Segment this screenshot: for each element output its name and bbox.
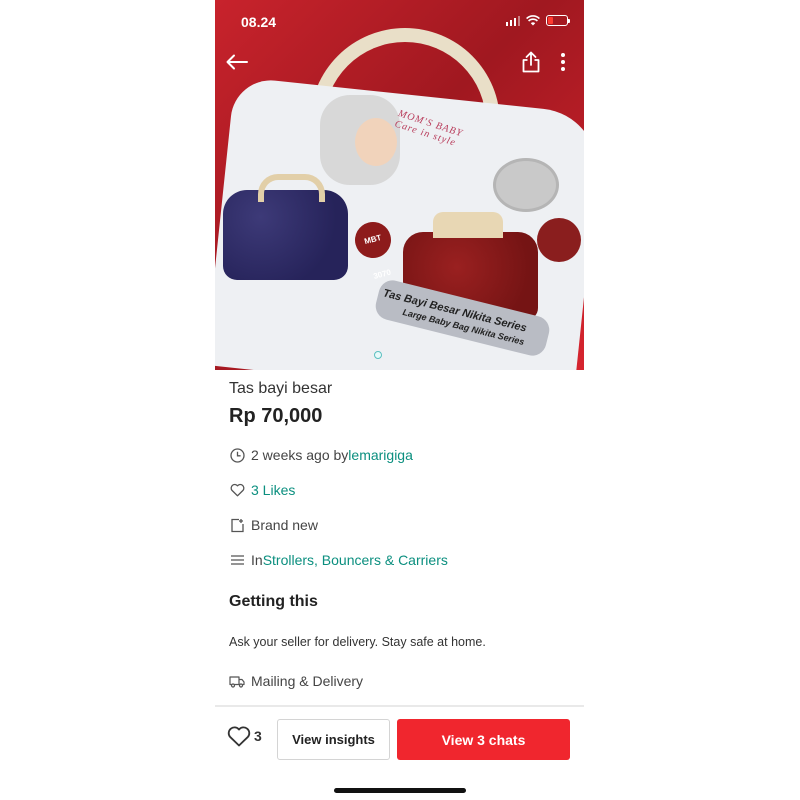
item-title: Tas bayi besar <box>229 380 333 397</box>
like-count: 3 <box>254 728 262 744</box>
back-button[interactable] <box>223 48 251 76</box>
navy-bag-shape <box>223 174 348 280</box>
category-prefix: In <box>251 552 263 568</box>
more-vertical-icon <box>561 53 565 71</box>
delivery-method: Mailing & Delivery <box>251 673 364 689</box>
condition-row: Brand new <box>229 517 318 533</box>
heart-outline-icon <box>227 726 251 747</box>
likes-row[interactable]: 3 Likes <box>229 482 295 498</box>
item-price: Rp 70,000 <box>229 405 323 427</box>
home-indicator[interactable] <box>334 788 466 793</box>
getting-this-heading: Getting this <box>229 593 318 610</box>
delivery-note: Ask your seller for delivery. Stay safe … <box>229 635 486 649</box>
view-chats-button[interactable]: View 3 chats <box>397 719 570 760</box>
delivery-row: Mailing & Delivery <box>229 673 363 689</box>
battery-icon <box>546 15 570 26</box>
status-time: 08.24 <box>241 14 277 30</box>
like-button[interactable]: 3 <box>227 725 262 747</box>
posted-row: 2 weeks ago by lemarigiga <box>229 447 413 463</box>
detail-circle-shape <box>493 158 559 212</box>
view-insights-button[interactable]: View insights <box>277 719 390 760</box>
category-row: In Strollers, Bouncers & Carriers <box>229 552 448 568</box>
wifi-icon <box>526 15 540 26</box>
share-icon <box>522 51 540 73</box>
posted-time: 2 weeks ago by <box>251 447 349 463</box>
clock-icon <box>229 447 245 463</box>
truck-icon <box>229 673 245 689</box>
share-button[interactable] <box>517 48 545 76</box>
status-icons <box>505 15 570 26</box>
signal-icon <box>505 15 520 26</box>
carousel-indicator-dot[interactable] <box>374 351 382 359</box>
seller-link[interactable]: lemarigiga <box>348 447 413 463</box>
phone-screen: MOM'S BABY Care in style MBT 3070 Tas Ba… <box>215 0 584 800</box>
more-options-button[interactable] <box>549 48 577 76</box>
condition-text: Brand new <box>251 517 318 533</box>
likes-link[interactable]: 3 Likes <box>251 482 295 498</box>
arrow-left-icon <box>226 54 248 70</box>
packaging-baby-shape <box>355 118 397 166</box>
detail-circle-shape-2 <box>537 218 581 262</box>
tag-icon <box>229 517 245 533</box>
list-icon <box>229 552 245 568</box>
listing-photo[interactable]: MOM'S BABY Care in style MBT 3070 Tas Ba… <box>215 0 584 370</box>
heart-icon <box>229 482 245 498</box>
category-link[interactable]: Strollers, Bouncers & Carriers <box>263 552 448 568</box>
bottom-action-bar: 3 View insights View 3 chats <box>215 705 584 767</box>
